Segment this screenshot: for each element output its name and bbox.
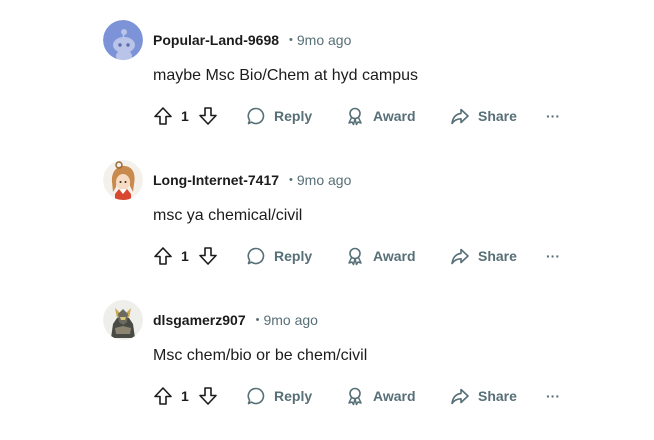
comment-actions: 1 Reply Award Share ···: [0, 244, 654, 268]
comment: dlsgamerz907 • 9mo ago Msc chem/bio or b…: [0, 300, 654, 440]
share-button[interactable]: Share: [449, 244, 517, 268]
award-icon: [344, 104, 366, 128]
comment-body: maybe Msc Bio/Chem at hyd campus: [153, 67, 418, 84]
award-button[interactable]: Award: [344, 104, 416, 128]
anime-character-avatar-icon: [103, 160, 143, 200]
more-options-button[interactable]: ···: [546, 384, 560, 408]
reply-label: Reply: [274, 108, 313, 124]
avatar[interactable]: [103, 300, 143, 340]
share-label: Share: [478, 388, 517, 404]
downvote-button[interactable]: [197, 244, 219, 268]
comment: Long-Internet-7417 • 9mo ago msc ya chem…: [0, 160, 654, 300]
share-arrow-icon: [449, 244, 471, 268]
comment-bubble-icon: [245, 244, 267, 268]
comment-bubble-icon: [245, 104, 267, 128]
comment-body: Msc chem/bio or be chem/civil: [153, 347, 368, 364]
award-label: Award: [373, 388, 416, 404]
comment-body: msc ya chemical/civil: [153, 207, 303, 224]
avatar[interactable]: [103, 20, 143, 60]
downvote-icon: [197, 104, 219, 128]
reply-button[interactable]: Reply: [245, 104, 312, 128]
ellipsis-icon: ···: [546, 248, 560, 264]
downvote-icon: [197, 244, 219, 268]
more-options-button[interactable]: ···: [546, 104, 560, 128]
upvote-button[interactable]: [152, 384, 174, 408]
share-button[interactable]: Share: [449, 384, 517, 408]
avatar[interactable]: [103, 160, 143, 200]
vote-count: 1: [181, 248, 189, 264]
award-label: Award: [373, 108, 416, 124]
share-arrow-icon: [449, 104, 471, 128]
comment: Popular-Land-9698 • 9mo ago maybe Msc Bi…: [0, 20, 654, 160]
username[interactable]: Popular-Land-9698: [153, 32, 279, 48]
reply-button[interactable]: Reply: [245, 244, 312, 268]
comment-actions: 1 Reply Award Share ···: [0, 104, 654, 128]
upvote-button[interactable]: [152, 104, 174, 128]
armored-character-avatar-icon: [103, 300, 143, 340]
downvote-button[interactable]: [197, 384, 219, 408]
reply-label: Reply: [274, 248, 313, 264]
upvote-icon: [152, 244, 174, 268]
share-button[interactable]: Share: [449, 104, 517, 128]
separator-dot: •: [255, 314, 260, 326]
ellipsis-icon: ···: [546, 388, 560, 404]
comment-meta: Popular-Land-9698 • 9mo ago: [153, 30, 351, 50]
separator-dot: •: [289, 34, 293, 46]
vote-count: 1: [181, 388, 189, 404]
comment-meta: dlsgamerz907 • 9mo ago: [153, 310, 318, 330]
award-label: Award: [373, 248, 416, 264]
comment-meta: Long-Internet-7417 • 9mo ago: [153, 170, 351, 190]
more-options-button[interactable]: ···: [546, 244, 560, 268]
award-button[interactable]: Award: [344, 384, 416, 408]
username[interactable]: Long-Internet-7417: [153, 172, 279, 188]
downvote-button[interactable]: [197, 104, 219, 128]
share-label: Share: [478, 108, 517, 124]
comment-actions: 1 Reply Award Share ···: [0, 384, 654, 408]
snoo-avatar-icon: [103, 20, 143, 60]
reply-label: Reply: [274, 388, 313, 404]
upvote-icon: [152, 384, 174, 408]
award-icon: [344, 244, 366, 268]
timestamp[interactable]: 9mo ago: [297, 32, 351, 48]
reply-button[interactable]: Reply: [245, 384, 312, 408]
separator-dot: •: [289, 174, 293, 186]
username[interactable]: dlsgamerz907: [153, 312, 246, 328]
share-label: Share: [478, 248, 517, 264]
downvote-icon: [197, 384, 219, 408]
award-icon: [344, 384, 366, 408]
comment-bubble-icon: [245, 384, 267, 408]
timestamp[interactable]: 9mo ago: [263, 312, 317, 328]
ellipsis-icon: ···: [546, 108, 560, 124]
timestamp[interactable]: 9mo ago: [297, 172, 351, 188]
award-button[interactable]: Award: [344, 244, 416, 268]
upvote-button[interactable]: [152, 244, 174, 268]
vote-count: 1: [181, 108, 189, 124]
upvote-icon: [152, 104, 174, 128]
share-arrow-icon: [449, 384, 471, 408]
